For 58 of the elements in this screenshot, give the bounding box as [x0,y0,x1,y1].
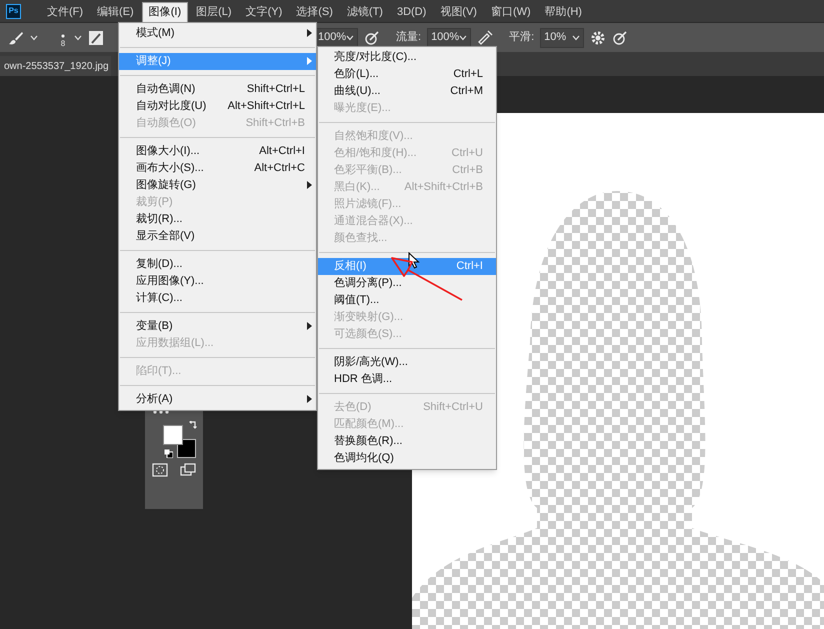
swap-colors-icon[interactable] [189,421,197,429]
settings-icon[interactable] [590,30,606,46]
menu-item[interactable]: HDR 色调... [318,371,496,388]
menu-item[interactable]: 复制(D)... [119,256,316,273]
menu-item[interactable]: 显示全部(V) [119,228,316,245]
caret-icon[interactable] [572,34,580,40]
menu-item[interactable]: 自动色调(N) Shift+Ctrl+L [119,81,316,98]
menu-item[interactable]: 画布大小(S)... Alt+Ctrl+C [119,160,316,177]
menu-item[interactable]: 选择(S) [290,2,339,22]
menu-item[interactable]: 滤镜(T) [340,2,389,22]
flow-label: 流量: [396,30,422,46]
document-tab[interactable]: own-2553537_1920.jpg [0,56,111,76]
menu-item[interactable]: 图像旋转(G) [119,177,316,194]
menu-item[interactable]: 阴影/高光(W)... [318,354,496,371]
menu-item[interactable]: 文件(F) [41,2,90,22]
foreground-color-swatch[interactable] [163,425,183,445]
menu-item[interactable]: 模式(M) [119,25,316,42]
menu-item[interactable]: 裁切(R)... [119,211,316,228]
menu-item[interactable]: 窗口(W) [484,2,537,22]
menu-item[interactable]: 图层(L) [190,2,238,22]
menu-item[interactable]: 自动对比度(U) Alt+Shift+Ctrl+L [119,98,316,115]
default-colors-icon[interactable] [164,449,173,458]
screen-mode-icon[interactable] [180,463,196,477]
menu-item[interactable]: 分析(A) [119,391,316,408]
menu-item[interactable]: 帮助(H) [538,2,588,22]
menu-item[interactable]: 3D(D) [390,2,432,22]
menu-item[interactable]: 视图(V) [434,2,483,22]
menu-item[interactable]: 计算(C)... [119,290,316,307]
background-color-swatch[interactable] [177,439,196,458]
airbrush-icon[interactable] [477,30,494,46]
menu-item[interactable]: 色调均化(Q) [318,450,496,467]
menu-item[interactable]: 阈值(T)... [318,292,496,309]
caret-icon[interactable] [459,34,468,40]
quick-mask-icon[interactable] [152,463,168,477]
brush-size: 8 [60,40,66,48]
app-logo[interactable]: Ps [6,4,21,18]
menu-item[interactable]: 色阶(L)... Ctrl+L [318,66,496,83]
pressure-opacity-icon[interactable] [364,30,380,46]
menu-item[interactable]: 编辑(E) [91,2,140,22]
menu-item[interactable]: 色调分离(P)... [318,275,496,292]
menu-item[interactable]: 变量(B) [119,318,316,335]
mouse-cursor-icon [408,252,420,269]
pressure-size-icon[interactable] [612,30,628,46]
menu-item[interactable]: 替换颜色(R)... [318,433,496,450]
menu-item[interactable]: 应用图像(Y)... [119,273,316,290]
menu-item[interactable]: 亮度/对比度(C)... [318,49,496,66]
smoothing-label: 平滑: [509,30,534,46]
menu-item[interactable]: 文字(Y) [240,2,288,22]
dropdown-field[interactable]: 10% [540,28,584,48]
menu-item[interactable]: 曲线(U)... Ctrl+M [318,83,496,100]
caret-icon[interactable] [30,34,38,40]
caret-icon[interactable] [74,34,82,40]
dropdown-field[interactable]: 100% [427,28,472,48]
menu-item[interactable]: 图像大小(I)... Alt+Ctrl+I [119,143,316,160]
brush-panel-icon[interactable] [88,30,104,46]
brush-icon[interactable] [8,30,24,46]
menu-item[interactable]: 图像(I) [142,2,188,22]
caret-icon[interactable] [346,34,354,40]
